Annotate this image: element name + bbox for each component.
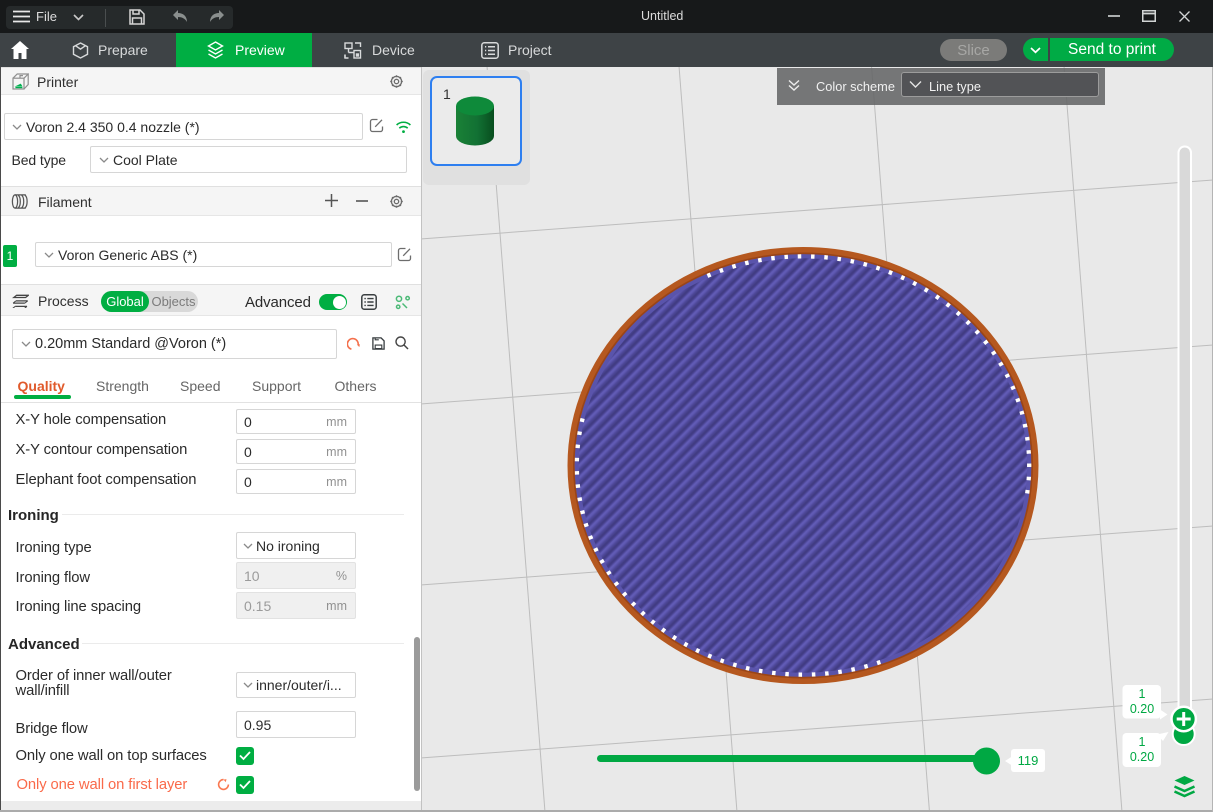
svg-text:0.20: 0.20 xyxy=(1130,750,1154,764)
svg-text:1: 1 xyxy=(1139,735,1146,749)
svg-text:119: 119 xyxy=(1018,753,1039,768)
svg-text:0.20: 0.20 xyxy=(1130,702,1154,716)
svg-text:1: 1 xyxy=(1139,687,1146,701)
